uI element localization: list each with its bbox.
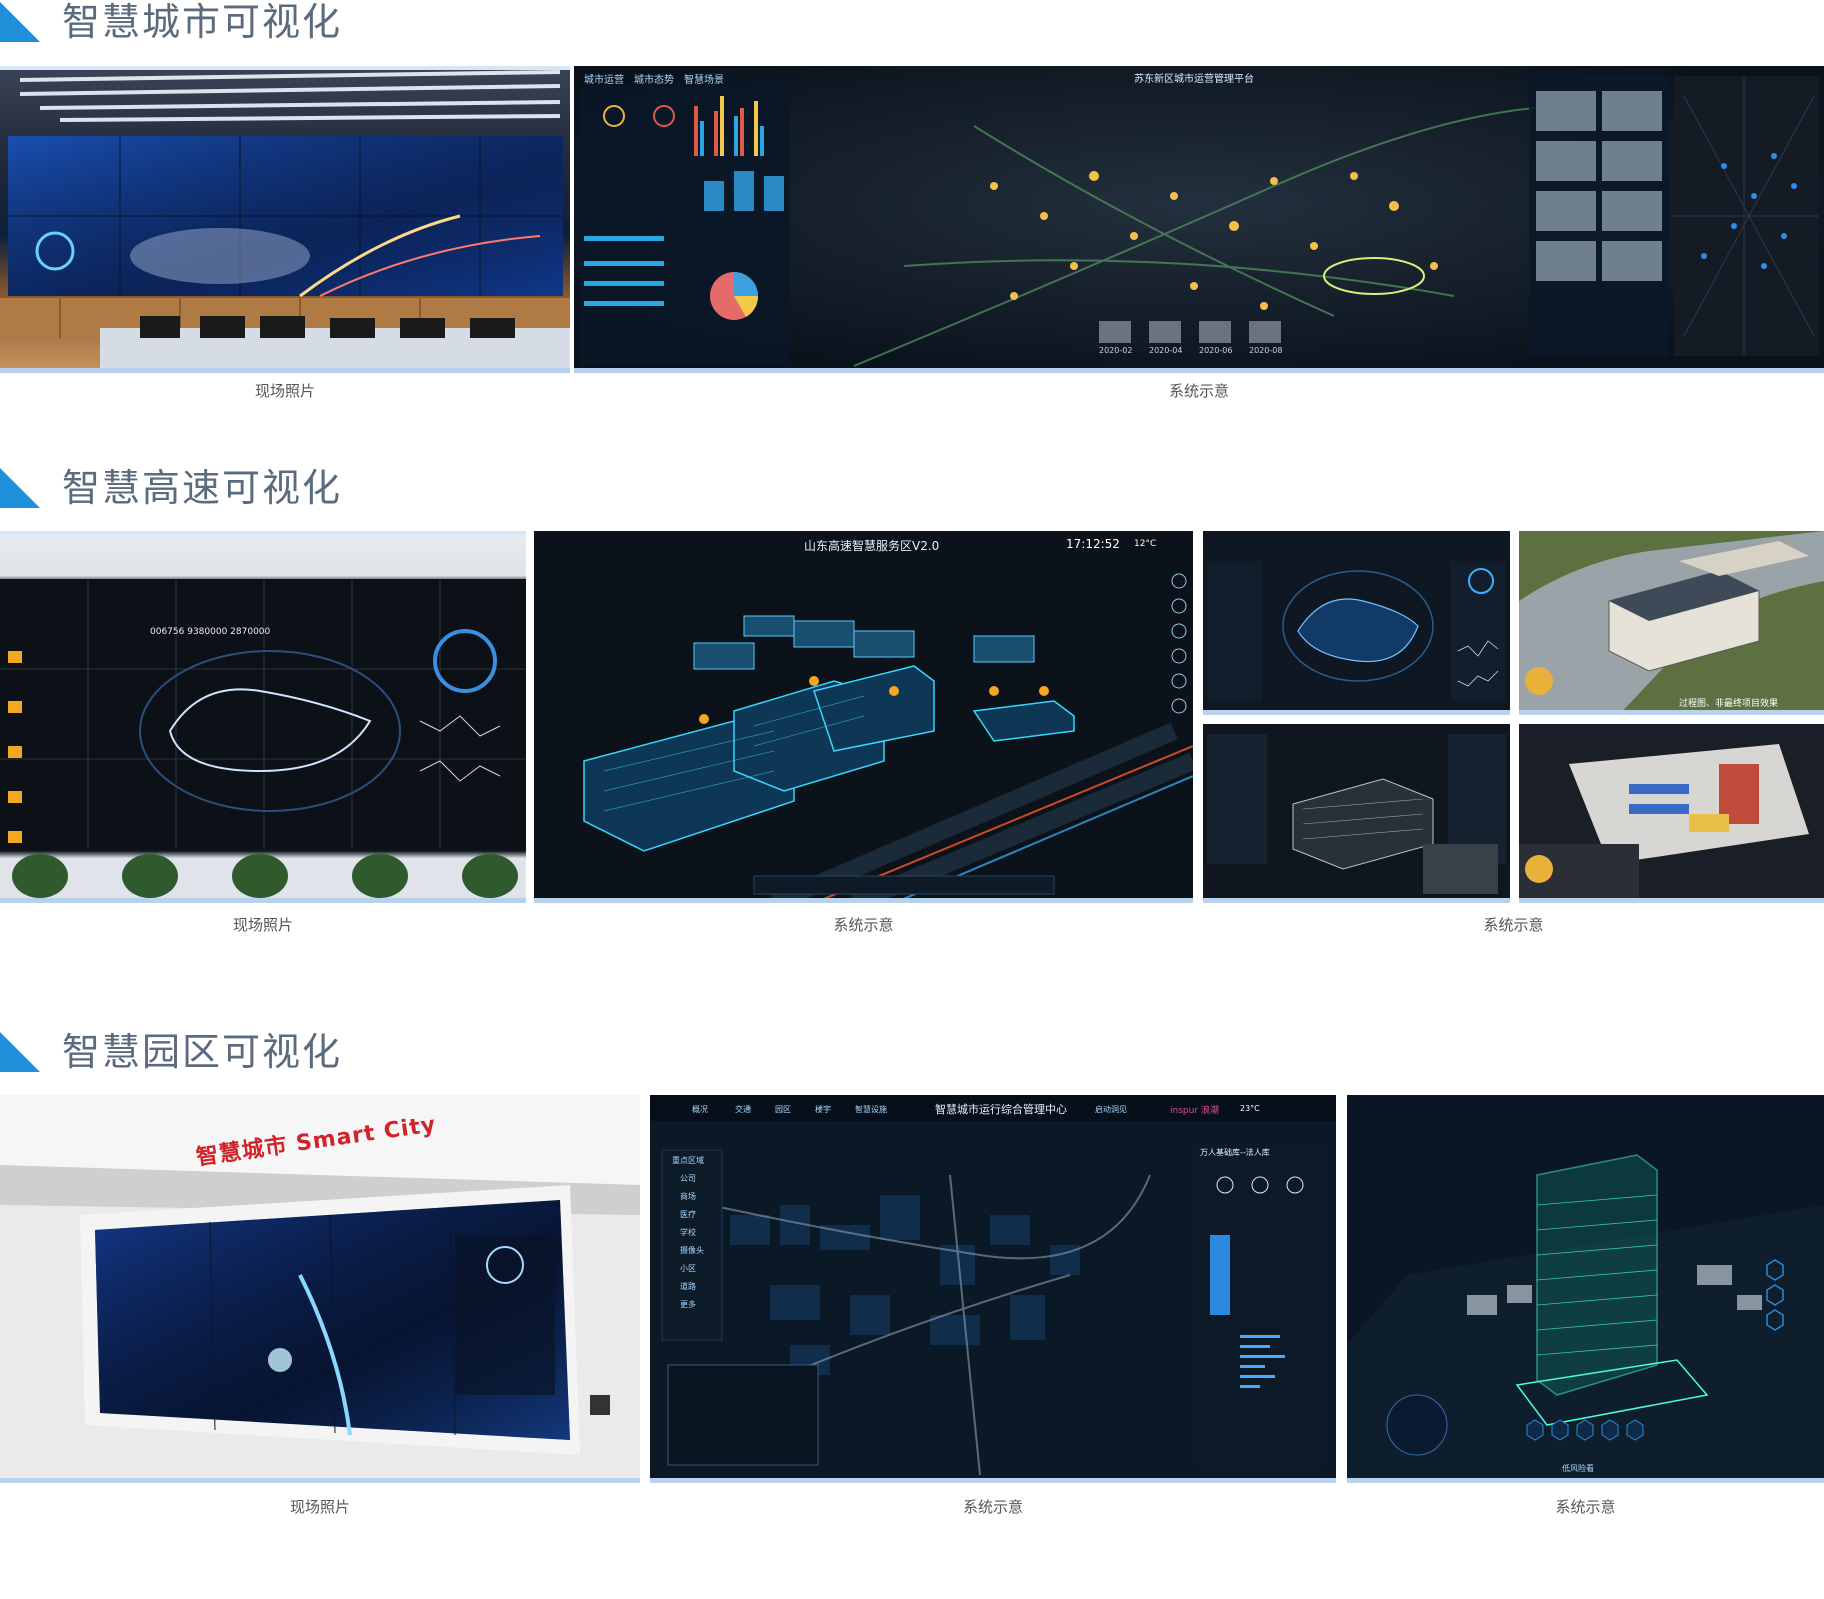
city-date-1: 2020-04 bbox=[1149, 346, 1183, 355]
park-tab-4[interactable]: 智慧设施 bbox=[855, 1104, 887, 1115]
park-menu-2[interactable]: 商场 bbox=[680, 1191, 696, 1202]
park-screen-title: 智慧城市运行综合管理中心 bbox=[935, 1103, 1067, 1116]
park-tab-5[interactable]: 启动洞见 bbox=[1095, 1104, 1127, 1115]
section-marker-icon bbox=[0, 468, 40, 508]
city-map-illustration bbox=[574, 66, 1824, 373]
highway-screen-time: 17:12:52 bbox=[1066, 537, 1120, 551]
highway-wall-counter: 006756 9380000 2870000 bbox=[150, 627, 271, 637]
highway-wall-illustration bbox=[0, 579, 526, 898]
highway-screen-temp: 12°C bbox=[1134, 539, 1157, 549]
city-tab-1[interactable]: 城市态势 bbox=[634, 71, 674, 86]
aerial-banner: 过程图、非最终项目效果 bbox=[1679, 699, 1779, 709]
park-tab-1[interactable]: 交通 bbox=[735, 1104, 751, 1115]
park-right-panel-title: 万人基础库--法人库 bbox=[1200, 1148, 1270, 1157]
caption-system-schematic: 系统示意 bbox=[833, 916, 894, 934]
park-temp: 23°C bbox=[1240, 1104, 1260, 1113]
park-menu-0[interactable]: 重点区域 bbox=[672, 1155, 704, 1166]
city-tab-2[interactable]: 智慧场景 bbox=[684, 71, 724, 86]
highway-thumb-aerial: 过程图、非最终项目效果 bbox=[1519, 531, 1824, 715]
city-tab-0[interactable]: 城市运营 bbox=[584, 71, 624, 86]
park-building-label: 低风险看 bbox=[1562, 1464, 1594, 1473]
map-thumb-illustration bbox=[1203, 531, 1510, 715]
control-room-illustration bbox=[0, 70, 570, 373]
caption-site-photo: 现场照片 bbox=[232, 916, 293, 934]
caption-system-schematic: 系统示意 bbox=[1555, 1498, 1616, 1516]
aerial-thumb-illustration bbox=[1519, 531, 1824, 715]
caption-site-photo: 现场照片 bbox=[289, 1498, 350, 1516]
park-tab-0[interactable]: 概况 bbox=[692, 1104, 708, 1115]
section-title-city: 智慧城市可视化 bbox=[62, 0, 343, 44]
highway-screen-title: 山东高速智慧服务区V2.0 bbox=[804, 539, 940, 553]
highway-system-screen: 山东高速智慧服务区V2.0 17:12:52 12°C bbox=[534, 531, 1193, 903]
caption-site-photo: 现场照片 bbox=[254, 382, 315, 400]
city-date-2: 2020-06 bbox=[1199, 346, 1233, 355]
wireframe-thumb-illustration bbox=[1203, 724, 1510, 903]
park-menu-3[interactable]: 医疗 bbox=[680, 1209, 696, 1220]
store-thumb-illustration bbox=[1519, 724, 1824, 903]
section-title-park: 智慧园区可视化 bbox=[62, 1030, 343, 1074]
city-platform-title: 苏东新区城市运营管理平台 bbox=[1134, 74, 1254, 85]
park-menu-8[interactable]: 更多 bbox=[680, 1299, 696, 1310]
service-area-3d-illustration bbox=[534, 531, 1193, 903]
section-marker-icon bbox=[0, 1032, 40, 1072]
city-date-0: 2020-02 bbox=[1099, 346, 1133, 355]
park-menu-1[interactable]: 公司 bbox=[680, 1173, 696, 1184]
building-3d-illustration bbox=[1347, 1095, 1824, 1483]
park-tab-2[interactable]: 园区 bbox=[775, 1104, 791, 1115]
caption-system-schematic: 系统示意 bbox=[962, 1498, 1023, 1516]
city-system-screen: 苏东新区城市运营管理平台 城市运营 城市态势 智慧场景 2020-02 2020… bbox=[574, 66, 1824, 373]
park-menu-7[interactable]: 道路 bbox=[680, 1281, 696, 1292]
park-site-photo: 智慧城市 Smart City bbox=[0, 1095, 640, 1483]
highway-thumb-wireframe bbox=[1203, 724, 1510, 903]
park-building-screen: 低风险看 bbox=[1347, 1095, 1824, 1483]
park-system-screen: 智慧城市运行综合管理中心 概况 交通 园区 楼宇 智慧设施 启动洞见 inspu… bbox=[650, 1095, 1336, 1483]
park-tab-3[interactable]: 楼宇 bbox=[815, 1104, 831, 1115]
highway-thumb-store bbox=[1519, 724, 1824, 903]
park-brand: inspur 浪潮 bbox=[1170, 1106, 1219, 1116]
park-menu-6[interactable]: 小区 bbox=[680, 1263, 696, 1274]
caption-system-schematic: 系统示意 bbox=[1168, 382, 1229, 400]
park-menu-4[interactable]: 学校 bbox=[680, 1227, 696, 1238]
city-site-photo bbox=[0, 66, 570, 373]
section-title-highway: 智慧高速可视化 bbox=[62, 466, 343, 510]
section-marker-icon bbox=[0, 2, 40, 42]
caption-system-schematic: 系统示意 bbox=[1483, 916, 1544, 934]
city-date-3: 2020-08 bbox=[1249, 346, 1283, 355]
park-menu-5[interactable]: 摄像头 bbox=[680, 1245, 704, 1256]
highway-site-photo: 006756 9380000 2870000 bbox=[0, 531, 526, 903]
highway-thumb-map bbox=[1203, 531, 1510, 715]
